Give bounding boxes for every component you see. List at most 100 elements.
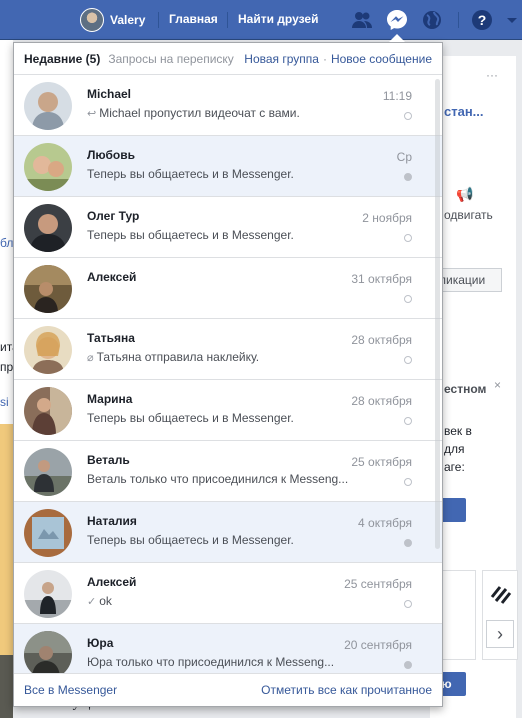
section-title: естном	[444, 382, 487, 396]
message-snippet-text: Веталь только что присоединился к Messen…	[87, 472, 349, 486]
find-friends-link[interactable]: Найти друзей	[238, 12, 318, 26]
timestamp: 2 ноября	[362, 211, 412, 225]
read-status-icon[interactable]	[404, 417, 412, 425]
contact-name: Алексей	[87, 575, 137, 589]
contact-name: Michael	[87, 87, 132, 101]
read-status-icon[interactable]	[404, 600, 412, 608]
home-link[interactable]: Главная	[169, 12, 218, 26]
message-snippet-text: Michael пропустил видеочат с вами.	[99, 106, 300, 120]
mark-all-read-link[interactable]: Отметить все как прочитанное	[261, 683, 432, 697]
divider	[158, 12, 159, 28]
message-snippet-text: Юра только что присоединился к Messeng..…	[87, 655, 335, 669]
messenger-dropdown: Недавние (5) Запросы на переписку Новая …	[13, 42, 443, 707]
promote-label[interactable]: одвигать	[444, 208, 493, 222]
new-group-link[interactable]: Новая группа	[244, 52, 319, 66]
conversation-item[interactable]: Любовь Ср Теперь вы общаетесь и в Messen…	[14, 136, 442, 197]
friends-icon[interactable]	[350, 8, 374, 32]
conversation-item[interactable]: Алексей 31 октября	[14, 258, 442, 319]
dropdown-caret	[389, 34, 405, 42]
message-snippet-text: Теперь вы общаетесь и в Messenger.	[87, 167, 294, 181]
conversation-item[interactable]: Алексей 25 сентября ✓ ok	[14, 563, 442, 624]
message-snippet: Теперь вы общаетесь и в Messenger.	[87, 533, 352, 547]
reply-icon: ↩	[87, 108, 97, 120]
conversation-item[interactable]: Веталь 25 октября Веталь только что прис…	[14, 441, 442, 502]
profile-link[interactable]: Valery	[80, 8, 145, 32]
read-status-icon[interactable]	[404, 173, 412, 181]
message-snippet: ⌀ Татьяна отправила наклейку.	[87, 350, 352, 364]
top-navigation-bar: Valery Главная Найти друзей ?	[0, 0, 522, 40]
avatar	[24, 326, 72, 374]
contact-name: Веталь	[87, 453, 130, 467]
more-options-icon[interactable]: ···	[486, 68, 498, 82]
message-snippet-text: ok	[99, 594, 112, 608]
see-all-in-messenger-link[interactable]: Все в Messenger	[24, 683, 117, 697]
megaphone-icon: 📢	[456, 186, 474, 202]
contact-name: Любовь	[87, 148, 136, 162]
read-status-icon[interactable]	[404, 356, 412, 364]
chevron-right-icon[interactable]: ›	[486, 620, 514, 648]
conversation-item[interactable]: Олег Тур 2 ноября Теперь вы общаетесь и …	[14, 197, 442, 258]
conversation-list[interactable]: Michael 11:19 ↩ Michael пропустил видеоча…	[14, 75, 442, 675]
message-snippet: Веталь только что присоединился к Messen…	[87, 472, 352, 486]
conversation-item[interactable]: Michael 11:19 ↩ Michael пропустил видеоча…	[14, 75, 442, 136]
message-snippet: ↩ Michael пропустил видеочат с вами.	[87, 106, 352, 120]
read-status-icon[interactable]	[404, 478, 412, 486]
conversation-item[interactable]: Наталия 4 октября Теперь вы общаетесь и …	[14, 502, 442, 563]
message-snippet: ✓ ok	[87, 594, 352, 608]
conversation-item[interactable]: Марина 28 октября Теперь вы общаетесь и …	[14, 380, 442, 441]
contact-name: Марина	[87, 392, 133, 406]
read-status-icon[interactable]	[404, 112, 412, 120]
message-snippet-text: Теперь вы общаетесь и в Messenger.	[87, 411, 294, 425]
right-text: аге:	[444, 460, 465, 474]
read-status-icon[interactable]	[404, 539, 412, 547]
page-heading[interactable]: стан...	[444, 104, 484, 119]
svg-text:?: ?	[478, 12, 487, 28]
contact-name: Наталия	[87, 514, 137, 528]
message-snippet-text: Теперь вы общаетесь и в Messenger.	[87, 533, 294, 547]
message-snippet-text: Татьяна отправила наклейку.	[96, 350, 260, 364]
avatar	[24, 448, 72, 496]
right-text: для	[444, 442, 465, 456]
message-snippet: Теперь вы общаетесь и в Messenger.	[87, 411, 352, 425]
notifications-globe-icon[interactable]	[420, 8, 444, 32]
close-icon[interactable]: ×	[494, 378, 501, 392]
read-status-icon[interactable]	[404, 295, 412, 303]
tab-message-requests[interactable]: Запросы на переписку	[108, 52, 233, 66]
read-status-icon[interactable]	[404, 234, 412, 242]
timestamp: 25 октября	[351, 455, 412, 469]
contact-name: Юра	[87, 636, 114, 650]
timestamp: 31 октября	[351, 272, 412, 286]
avatar	[24, 82, 72, 130]
tab-recent[interactable]: Недавние (5)	[24, 52, 100, 66]
timestamp: 20 сентября	[344, 638, 412, 652]
scrollbar[interactable]	[435, 79, 440, 549]
conversation-item[interactable]: Юра 20 сентября Юра только что присоедин…	[14, 624, 442, 675]
avatar	[24, 265, 72, 313]
read-status-icon[interactable]	[404, 661, 412, 669]
divider	[227, 12, 228, 28]
separator: ·	[322, 51, 327, 66]
avatar	[80, 8, 104, 32]
avatar	[24, 570, 72, 618]
timestamp: 25 сентября	[344, 577, 412, 591]
left-fragment: пр	[0, 360, 14, 374]
avatar	[24, 631, 72, 675]
conversation-item[interactable]: Татьяна 28 октября ⌀ Татьяна отправила на…	[14, 319, 442, 380]
messenger-icon[interactable]	[385, 8, 409, 32]
message-snippet: Теперь вы общаетесь и в Messenger.	[87, 228, 352, 242]
left-photo	[0, 655, 13, 718]
account-menu-icon[interactable]	[500, 8, 517, 32]
divider	[458, 12, 459, 28]
timestamp: 4 октября	[358, 516, 412, 530]
new-message-link[interactable]: Новое сообщение	[331, 52, 432, 66]
dropdown-footer: Все в Messenger Отметить все как прочита…	[14, 673, 442, 706]
timestamp: Ср	[396, 150, 412, 164]
avatar	[24, 387, 72, 435]
apps-button-label: ликации	[439, 273, 486, 287]
dropdown-header: Недавние (5) Запросы на переписку Новая …	[14, 43, 442, 75]
avatar	[24, 204, 72, 252]
contact-name: Алексей	[87, 270, 137, 284]
help-icon[interactable]: ?	[470, 8, 494, 32]
left-fragment: si	[0, 395, 9, 409]
left-photo	[0, 424, 13, 694]
